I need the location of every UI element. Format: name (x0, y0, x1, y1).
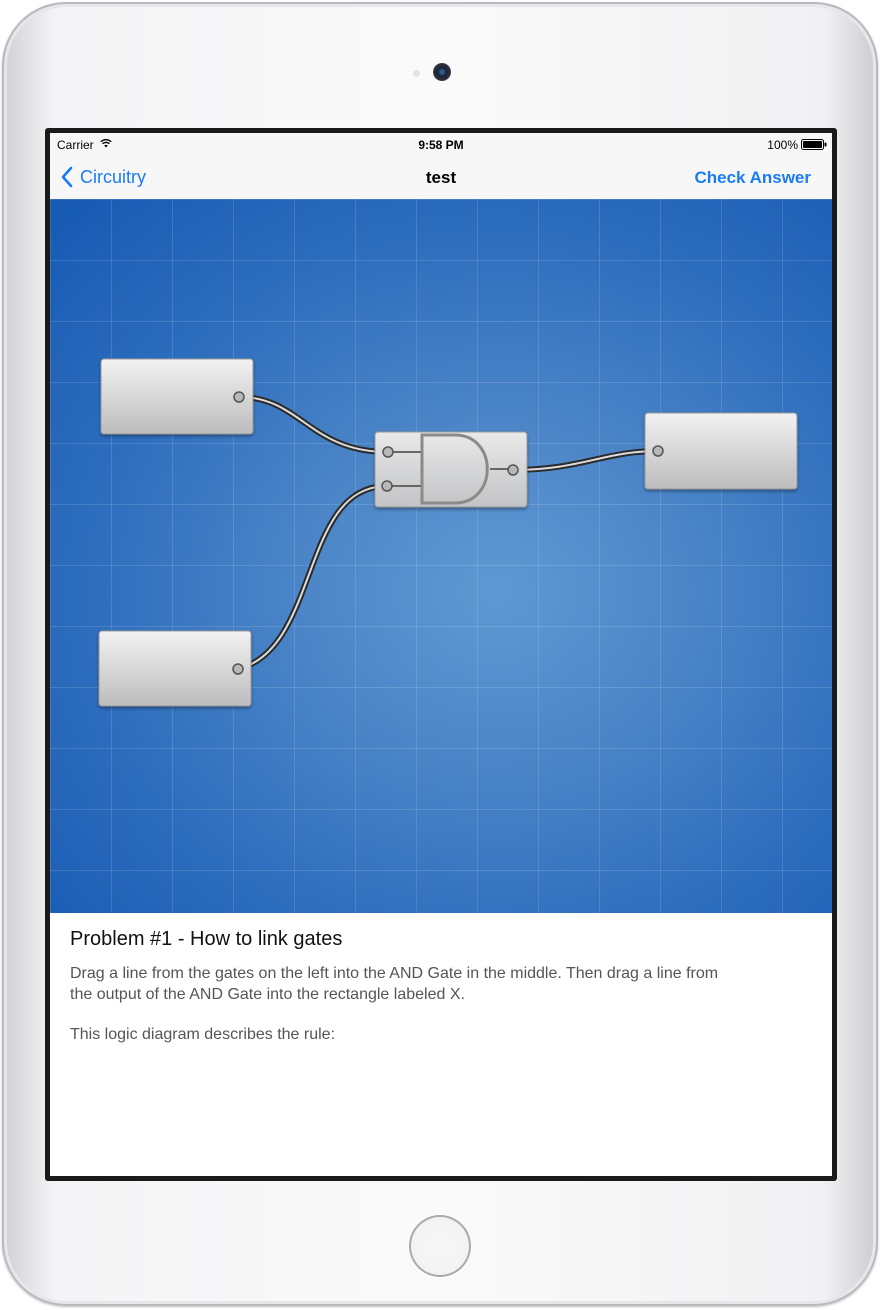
status-time: 9:58 PM (418, 138, 464, 152)
input-port-icon (652, 445, 664, 457)
problem-panel: Problem #1 - How to link gates Drag a li… (70, 928, 810, 1044)
camera-icon (433, 63, 451, 81)
output-box-x[interactable] (644, 412, 798, 490)
circuit-diagram (98, 358, 798, 707)
check-answer-button[interactable]: Check Answer (694, 168, 811, 188)
input-box-a[interactable] (100, 358, 254, 435)
battery-icon (801, 139, 827, 150)
input-box-b[interactable] (98, 630, 252, 707)
wire-input-b[interactable] (237, 483, 388, 672)
wire-input-a[interactable] (239, 394, 389, 455)
app-screen: Carrier 9:58 PM 100% Circuitry test Chec… (50, 133, 832, 1176)
output-port-icon (233, 391, 245, 403)
problem-description: Drag a line from the gates on the left i… (70, 965, 719, 1003)
home-button[interactable] (409, 1215, 471, 1277)
circuit-canvas[interactable] (50, 199, 832, 913)
status-bar: Carrier 9:58 PM 100% (50, 133, 832, 155)
and-gate[interactable] (374, 431, 528, 508)
navigation-bar: Carrier 9:58 PM 100% Circuitry test Chec… (50, 133, 832, 200)
sensor-dot (413, 70, 420, 77)
battery-percentage: 100% (767, 138, 798, 152)
problem-rule: This logic diagram describes the rule: (70, 1026, 336, 1043)
wire-output[interactable] (512, 448, 659, 473)
problem-title: Problem #1 - How to link gates (70, 928, 343, 950)
output-port-icon (232, 663, 244, 675)
